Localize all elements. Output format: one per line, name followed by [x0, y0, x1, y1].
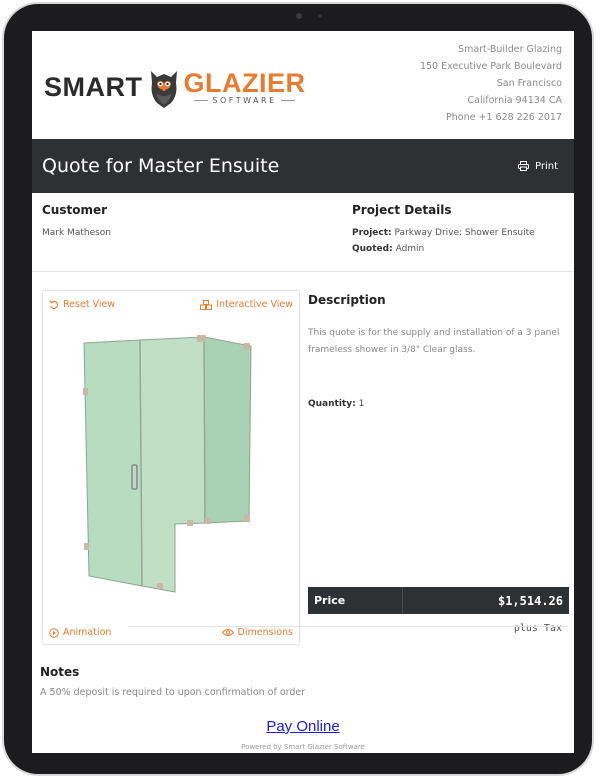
logo-word-glazier: GLAZIER — [183, 68, 306, 98]
reset-icon — [49, 299, 58, 309]
print-button[interactable]: Print — [517, 160, 558, 172]
interactive-view-button[interactable]: Interactive View — [200, 299, 293, 310]
customer-heading: Customer — [42, 203, 108, 217]
logo-word-smart: SMART — [44, 71, 143, 102]
reset-view-label: Reset View — [63, 299, 116, 310]
price-label: Price — [308, 587, 403, 614]
glass-panel-left — [83, 339, 143, 587]
shower-model — [83, 335, 252, 593]
description-heading: Description — [308, 293, 386, 307]
page-title: Quote for Master Ensuite — [42, 155, 280, 177]
dimensions-button[interactable]: Dimensions — [221, 627, 293, 638]
header: SMART GLAZIER SOFTWARE Smart-Builder Gla… — [32, 31, 574, 139]
tablet-frame: SMART GLAZIER SOFTWARE Smart-Builder Gla… — [4, 4, 592, 774]
company-address: Smart-Builder Glazing 150 Executive Park… — [420, 41, 562, 126]
price-value: $1,514.26 — [497, 593, 563, 608]
camera-icon — [296, 13, 302, 19]
play-circle-icon — [49, 627, 59, 638]
eye-icon — [221, 629, 234, 636]
project-section: Project Details Project: Parkway Drive: … — [352, 203, 535, 271]
customer-name: Mark Matheson — [42, 228, 112, 238]
tax-note: plus Tax — [513, 623, 562, 634]
company-name: Smart-Builder Glazing — [458, 44, 562, 55]
quote-main: Reset View Interactive View Animation Di… — [32, 272, 574, 645]
quantity-row: Quantity: 1 — [308, 399, 566, 409]
customer-section: Customer Mark Matheson — [42, 203, 352, 271]
logo-tagline: SOFTWARE — [190, 96, 298, 105]
interactive-view-label: Interactive View — [216, 299, 293, 310]
quoted-value: Admin — [395, 244, 425, 254]
info-section: Customer Mark Matheson Project Details P… — [32, 193, 574, 272]
quantity-value: 1 — [358, 399, 365, 409]
project-row: Project: Parkway Drive: Shower Ensuite — [352, 225, 535, 241]
cubes-icon — [200, 299, 213, 310]
notes-section: Notes A 50% deposit is required to upon … — [32, 645, 574, 698]
price-bar: Price $1,514.26 — [308, 587, 569, 614]
notes-text: A 50% deposit is required to upon confir… — [40, 687, 306, 698]
project-value: Parkway Drive: Shower Ensuite — [394, 228, 535, 238]
company-logo: SMART GLAZIER SOFTWARE — [44, 65, 306, 109]
company-phone: Phone +1 628 226 2017 — [446, 112, 562, 123]
divider — [128, 626, 568, 627]
company-street: 150 Executive Park Boulevard — [419, 61, 562, 72]
glass-panel-door — [139, 336, 206, 593]
sensor-icon — [318, 14, 322, 18]
screen: SMART GLAZIER SOFTWARE Smart-Builder Gla… — [32, 31, 574, 753]
company-city: San Francisco — [496, 78, 562, 89]
quantity-label: Quantity: — [308, 399, 356, 409]
project-heading: Project Details — [352, 203, 452, 217]
glass-panel-return — [203, 336, 252, 524]
animation-label: Animation — [63, 627, 112, 638]
quoted-label: Quoted: — [352, 244, 393, 254]
printer-icon — [517, 161, 529, 171]
3d-viewer[interactable]: Reset View Interactive View Animation Di… — [42, 290, 300, 645]
pay-section: Pay Online — [32, 716, 574, 735]
dimensions-label: Dimensions — [237, 627, 293, 638]
animation-button[interactable]: Animation — [49, 627, 111, 638]
pay-online-link[interactable]: Pay Online — [266, 718, 339, 735]
description-text: This quote is for the supply and install… — [308, 328, 560, 355]
print-label: Print — [534, 160, 558, 172]
owl-icon — [150, 71, 177, 108]
project-label: Project: — [352, 228, 392, 238]
company-state-zip: California 94134 CA — [467, 95, 562, 106]
reset-view-button[interactable]: Reset View — [49, 299, 115, 310]
quoted-row: Quoted: Admin — [352, 241, 535, 257]
description-panel: Description This quote is for the supply… — [308, 290, 569, 643]
title-bar: Quote for Master Ensuite Print — [32, 139, 574, 193]
notes-heading: Notes — [40, 665, 80, 679]
powered-by: Powered by Smart Glazier Software — [241, 743, 365, 751]
